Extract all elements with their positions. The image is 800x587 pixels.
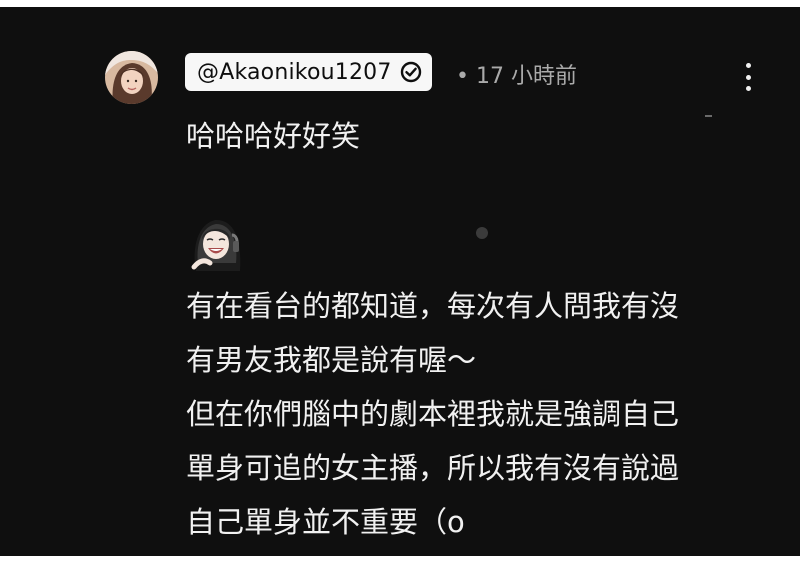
reply-line: 有在看台的都知道，每次有人問我有沒 <box>186 289 680 323</box>
reply-sticker <box>188 211 246 271</box>
more-vert-icon-dot <box>745 86 751 91</box>
reply-text: 有在看台的都知道，每次有人問我有沒 有男友我都是說有喔～ 但在你們腦中的劇本裡我… <box>186 283 746 553</box>
laughing-girl-sticker-icon <box>191 219 241 271</box>
user-avatar-photo-icon <box>105 51 158 104</box>
decorative-dot <box>476 227 488 239</box>
divider-mark <box>705 115 712 117</box>
more-vert-icon <box>745 63 751 68</box>
verified-check-icon <box>400 61 421 83</box>
reply-line: 單身可追的女主播，所以我有沒有說過 <box>186 451 680 485</box>
author-handle-chip[interactable]: @Akaonikou1207 <box>185 53 432 91</box>
reply-line: 有男友我都是說有喔～ <box>186 343 477 377</box>
author-handle[interactable]: @Akaonikou1207 <box>197 60 392 85</box>
comment-text: 哈哈哈好好笑 <box>186 119 361 153</box>
more-vert-icon-dot <box>745 74 751 80</box>
reply-line: 但在你們腦中的劇本裡我就是強調自己 <box>186 397 680 431</box>
comment-panel: @Akaonikou1207 • 17 小時前 哈哈哈好好笑 有在看台的都知道，… <box>0 7 800 556</box>
author-avatar[interactable] <box>105 51 158 104</box>
more-actions-button[interactable] <box>737 61 759 93</box>
reply-line: 自己單身並不重要（o <box>186 505 465 539</box>
comment-timestamp[interactable]: • 17 小時前 <box>456 58 577 90</box>
